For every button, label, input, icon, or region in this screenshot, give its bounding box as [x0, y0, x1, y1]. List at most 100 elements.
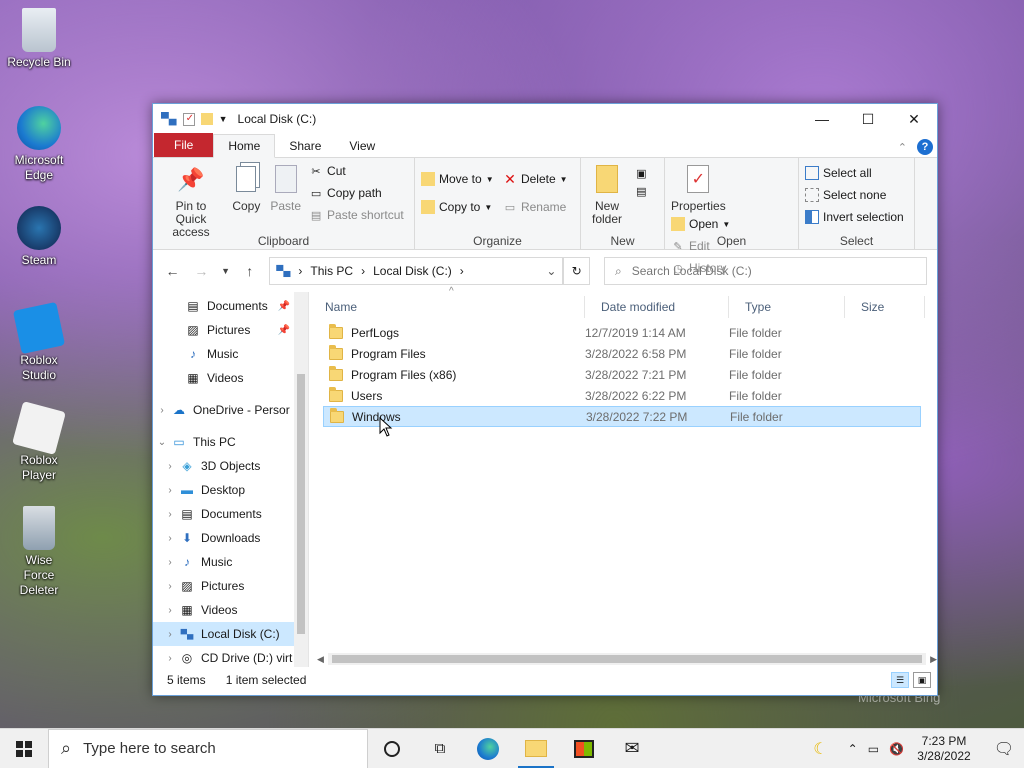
desktop-icon-steam[interactable]: Steam: [2, 206, 76, 268]
search-input[interactable]: ⌕ Search Local Disk (C:): [604, 257, 927, 285]
minimize-button[interactable]: —: [799, 104, 845, 134]
open-button[interactable]: Open ▼: [671, 215, 730, 233]
cortana-button[interactable]: [368, 729, 416, 768]
nav-item-downloads[interactable]: › ⬇ Downloads: [153, 526, 308, 550]
nav-item-music-quick[interactable]: ♪ Music: [153, 342, 308, 366]
nav-item-cd-drive[interactable]: › ◎ CD Drive (D:) virt: [153, 646, 308, 667]
expand-chevron-icon[interactable]: ›: [161, 461, 179, 472]
breadcrumb-local-disk[interactable]: Local Disk (C:): [373, 264, 452, 278]
nav-item-music[interactable]: › ♪ Music: [153, 550, 308, 574]
expand-chevron-icon[interactable]: ›: [161, 581, 179, 592]
nav-scrollbar[interactable]: [294, 292, 308, 667]
tab-view[interactable]: View: [335, 135, 389, 157]
delete-button[interactable]: ✕ Delete ▼: [503, 170, 567, 188]
properties-quick-icon[interactable]: ✓: [182, 112, 195, 126]
help-icon[interactable]: ?: [917, 139, 933, 155]
back-arrow-icon[interactable]: ←: [163, 263, 182, 279]
desktop-icon-edge[interactable]: Microsoft Edge: [2, 106, 76, 183]
nav-item-desktop[interactable]: › ▬ Desktop: [153, 478, 308, 502]
details-view-icon[interactable]: ☰: [891, 672, 909, 688]
column-header-name[interactable]: Name: [309, 296, 585, 318]
nav-item-onedrive[interactable]: › ☁ OneDrive - Persor: [153, 398, 308, 422]
column-header-size[interactable]: Size: [845, 296, 925, 318]
new-folder-button[interactable]: New folder: [587, 162, 627, 226]
copy-path-button[interactable]: ▭ Copy path: [309, 184, 404, 202]
expand-chevron-icon[interactable]: ›: [153, 405, 171, 416]
expand-chevron-icon[interactable]: ›: [161, 557, 179, 568]
taskbar-search-input[interactable]: ⌕ Type here to search: [48, 728, 368, 768]
copy-to-button[interactable]: Copy to ▼: [421, 198, 494, 216]
invert-selection-button[interactable]: Invert selection: [805, 208, 904, 226]
easy-access-icon[interactable]: ▤: [634, 184, 648, 198]
up-arrow-icon[interactable]: ↑: [240, 263, 259, 279]
paste-button[interactable]: Paste: [270, 162, 302, 213]
desktop-icon-recycle-bin[interactable]: Recycle Bin: [2, 8, 76, 70]
column-header-type[interactable]: Type: [729, 296, 845, 318]
nav-item-documents-quick[interactable]: ▤ Documents 📌: [153, 294, 308, 318]
network-icon[interactable]: ▭: [868, 742, 879, 756]
forward-arrow-icon[interactable]: →: [192, 263, 211, 279]
notification-center-button[interactable]: 🗨: [984, 739, 1024, 759]
start-button[interactable]: [0, 729, 48, 768]
maximize-button[interactable]: ☐: [845, 104, 891, 134]
nav-item-documents[interactable]: › ▤ Documents: [153, 502, 308, 526]
expand-chevron-icon[interactable]: ›: [161, 629, 179, 640]
nav-scrollbar-thumb[interactable]: [297, 374, 305, 634]
collapse-chevron-icon[interactable]: ⌄: [153, 437, 171, 448]
rename-button[interactable]: ▭ Rename: [503, 198, 568, 216]
paste-shortcut-button[interactable]: ▤ Paste shortcut: [309, 206, 404, 224]
history-button[interactable]: ◷ History: [671, 259, 730, 277]
address-dropdown-chevron-icon[interactable]: ⌄: [546, 264, 556, 278]
properties-button[interactable]: ✓ Properties: [671, 162, 726, 213]
nav-item-pictures-quick[interactable]: ▨ Pictures 📌: [153, 318, 308, 342]
tab-share[interactable]: Share: [275, 135, 335, 157]
desktop-icon-wise-force-deleter[interactable]: Wise Force Deleter: [2, 506, 76, 598]
nav-item-pictures[interactable]: › ▨ Pictures: [153, 574, 308, 598]
nav-item-videos-quick[interactable]: ▦ Videos: [153, 366, 308, 390]
expand-chevron-icon[interactable]: ›: [161, 509, 179, 520]
recent-locations-chevron-icon[interactable]: ▼: [221, 266, 230, 276]
collapse-ribbon-chevron-icon[interactable]: ⌃: [898, 141, 907, 154]
large-icons-view-icon[interactable]: ▣: [913, 672, 931, 688]
expand-chevron-icon[interactable]: ›: [161, 653, 179, 664]
clock[interactable]: 7:23 PM 3/28/2022: [914, 734, 974, 764]
nav-item-this-pc[interactable]: ⌄ ▭ This PC: [153, 430, 308, 454]
cut-button[interactable]: ✂ Cut: [309, 162, 404, 180]
volume-muted-icon[interactable]: 🔇: [889, 742, 904, 756]
copy-button[interactable]: Copy: [230, 162, 262, 213]
expand-chevron-icon[interactable]: ›: [161, 485, 179, 496]
desktop-icon-roblox-studio[interactable]: Roblox Studio: [2, 301, 76, 383]
file-row[interactable]: Program Files 3/28/2022 6:58 PM File folde…: [323, 343, 921, 364]
tab-home[interactable]: Home: [213, 134, 276, 158]
new-folder-quick-icon[interactable]: [200, 113, 213, 125]
taskbar-store-button[interactable]: [560, 729, 608, 768]
horizontal-scrollbar-thumb[interactable]: [331, 655, 923, 663]
taskbar-mail-button[interactable]: ✉: [608, 729, 656, 768]
new-item-icon[interactable]: ▣: [634, 166, 648, 180]
refresh-button[interactable]: ↻: [563, 257, 590, 285]
pin-to-quick-access-button[interactable]: 📌 Pin to Quick access: [159, 162, 223, 239]
task-view-button[interactable]: ⧉: [416, 729, 464, 768]
expand-chevron-icon[interactable]: ›: [161, 533, 179, 544]
column-header-date[interactable]: Date modified: [585, 296, 729, 318]
nav-item-3d-objects[interactable]: › ◈ 3D Objects: [153, 454, 308, 478]
horizontal-scrollbar[interactable]: ◀ ▶: [317, 651, 937, 667]
select-all-button[interactable]: Select all: [805, 164, 904, 182]
tab-file[interactable]: File: [154, 133, 214, 157]
move-to-button[interactable]: Move to ▼: [421, 170, 494, 188]
nav-item-local-disk[interactable]: › ▀▄ Local Disk (C:): [153, 622, 308, 646]
file-row[interactable]: Users 3/28/2022 6:22 PM File folder: [323, 385, 921, 406]
breadcrumb-this-pc[interactable]: This PC: [310, 264, 353, 278]
close-button[interactable]: ✕: [891, 104, 937, 134]
scroll-left-icon[interactable]: ◀: [317, 654, 324, 665]
scroll-right-icon[interactable]: ▶: [930, 654, 937, 665]
desktop-icon-roblox-player[interactable]: Roblox Player: [2, 401, 76, 483]
select-none-button[interactable]: Select none: [805, 186, 904, 204]
nav-item-videos[interactable]: › ▦ Videos: [153, 598, 308, 622]
file-row[interactable]: PerfLogs 12/7/2019 1:14 AM File folder: [323, 322, 921, 343]
address-bar[interactable]: ▀▄ › This PC › Local Disk (C:) › ⌄: [269, 257, 564, 285]
file-row[interactable]: Program Files (x86) 3/28/2022 7:21 PM File…: [323, 364, 921, 385]
show-hidden-icons-chevron-icon[interactable]: ⌃: [848, 742, 858, 756]
file-row-selected[interactable]: Windows 3/28/2022 7:22 PM File folder: [323, 406, 921, 427]
customize-toolbar-chevron-icon[interactable]: ▼: [219, 114, 228, 124]
